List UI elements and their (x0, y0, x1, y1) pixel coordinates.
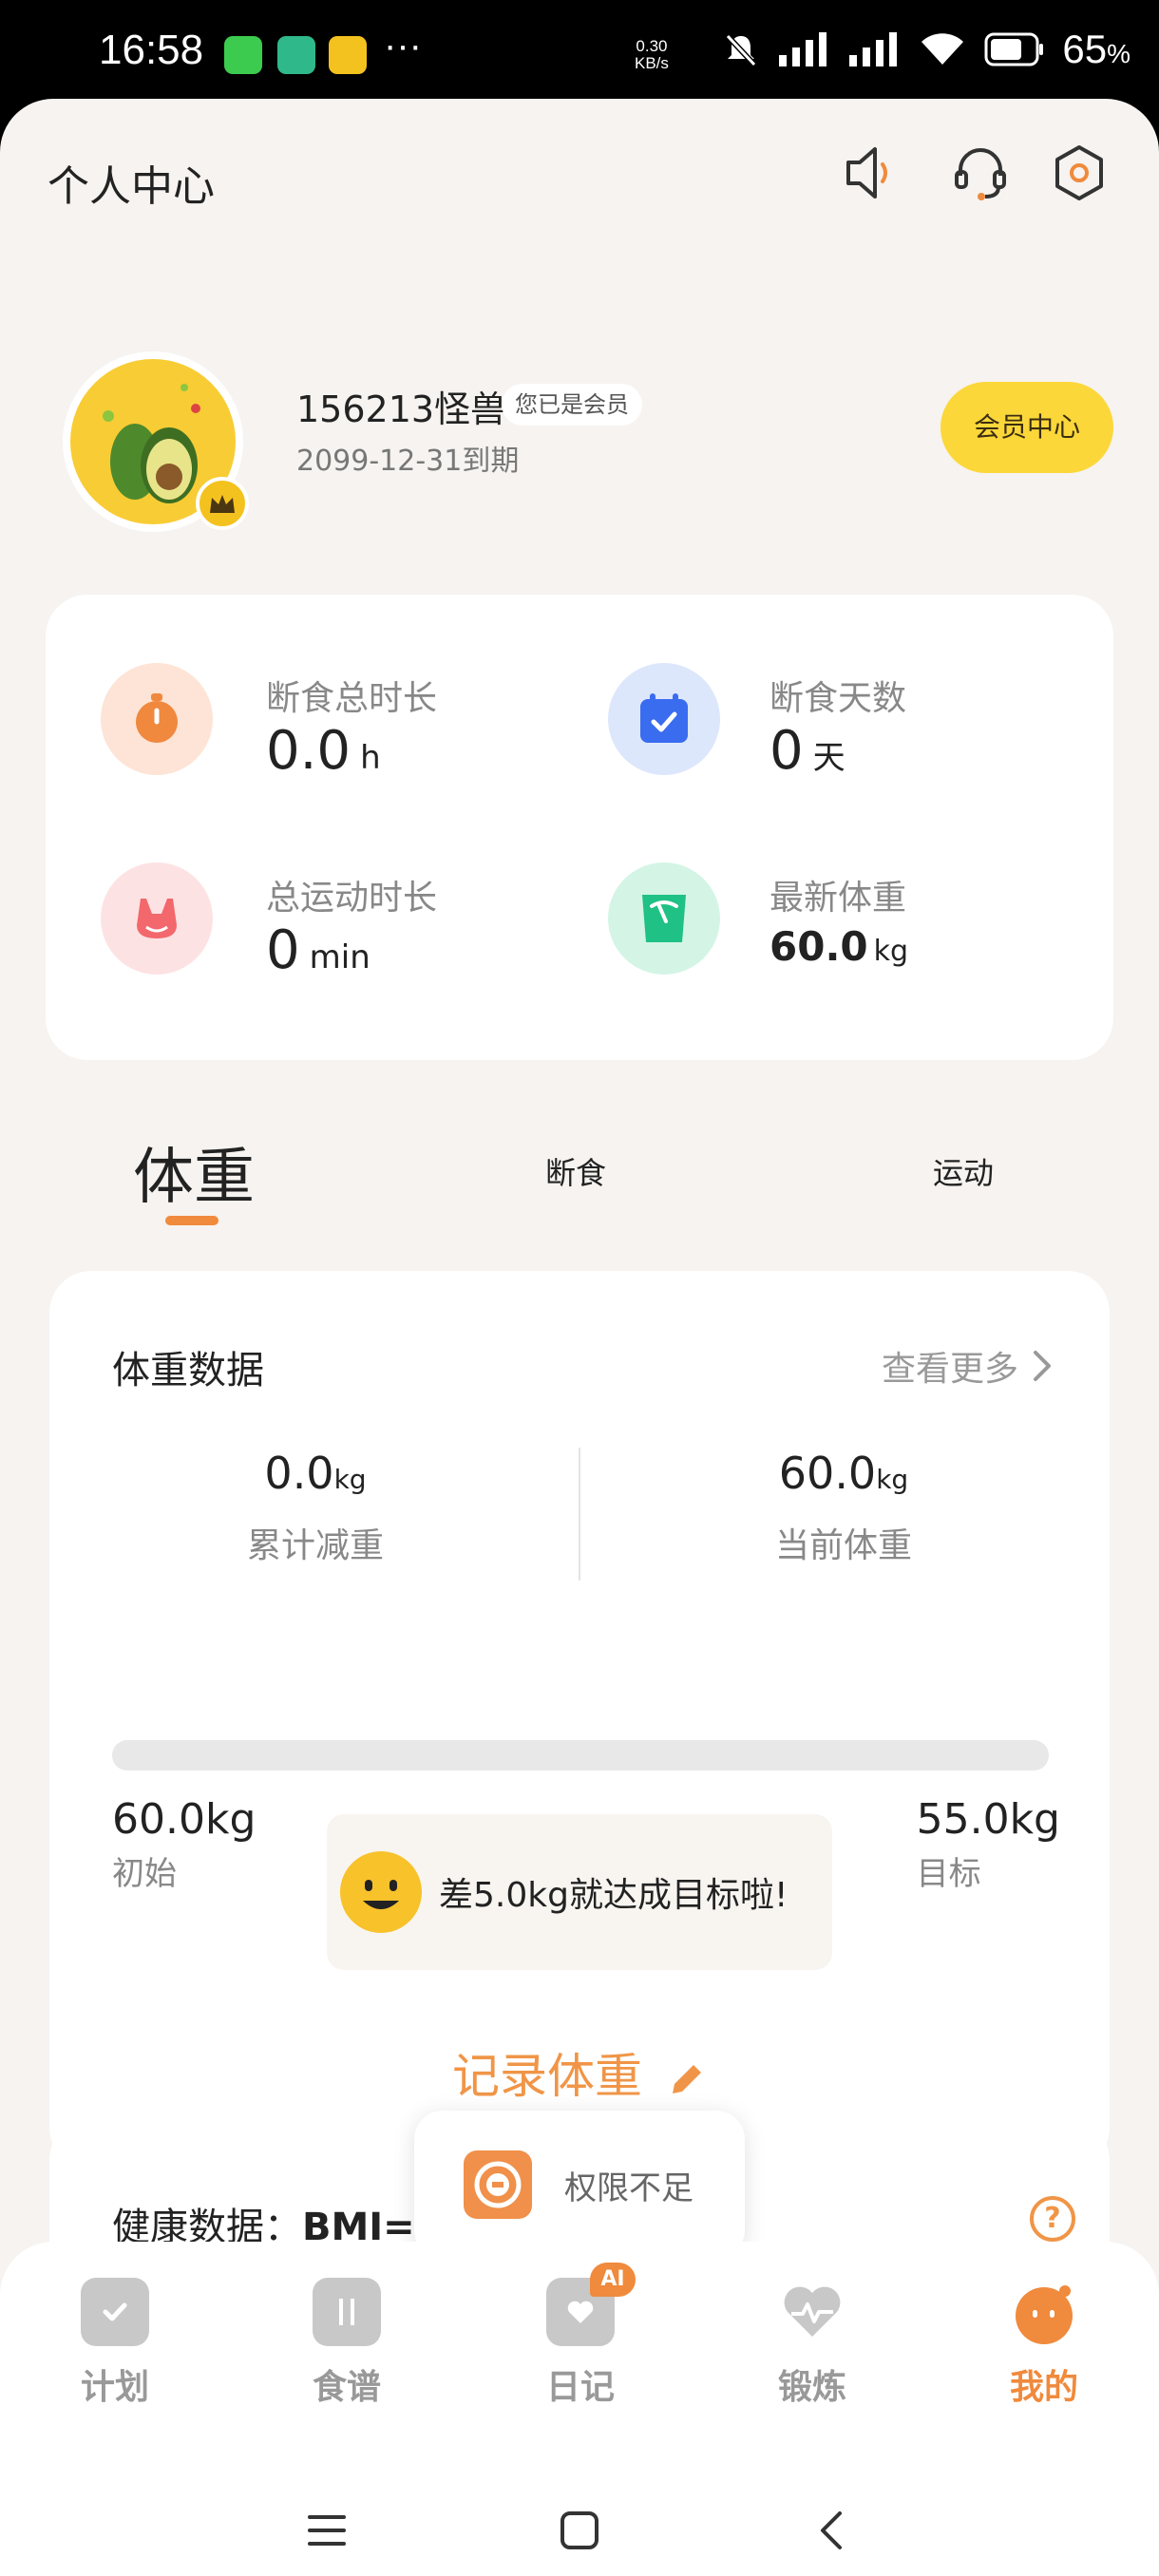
crown-icon (196, 477, 249, 530)
exercise-total-value: 0 min (266, 919, 370, 981)
goal-weight: 55.0kg 目标 (916, 1795, 1060, 1893)
weight-lost-stat: 0.0kg 累计减重 (246, 1448, 384, 1565)
view-more-link[interactable]: 查看更多 (882, 1341, 1054, 1391)
fasting-total-value: 0.0 h (266, 720, 381, 782)
system-navigation-bar (0, 2470, 1159, 2576)
bottom-navigation: 计划 食谱 AI 日记 锻炼 我的 (0, 2242, 1159, 2576)
goal-tip: 差5.0kg就达成目标啦! (327, 1814, 832, 1970)
weight-data-card: 体重数据 查看更多 0.0kg 累计减重 60.0kg 当前体重 60.0kg … (49, 1271, 1110, 2169)
latest-weight-value: 60.0 kg (770, 923, 909, 970)
signal-icon (779, 32, 827, 66)
profile-mascot-icon (1010, 2278, 1078, 2346)
back-icon[interactable] (804, 2502, 861, 2559)
nav-diary[interactable]: AI 日记 (519, 2263, 642, 2409)
member-center-button[interactable]: 会员中心 (940, 382, 1113, 473)
wifi-icon (922, 33, 964, 65)
help-icon[interactable]: ? (1030, 2196, 1075, 2242)
stats-card: 断食总时长 0.0 h 断食天数 0天 总运动时长 0 min 最新体重 60.0 k… (46, 595, 1113, 1060)
ai-badge: AI (590, 2263, 636, 2297)
fasting-days-label: 断食天数 (770, 679, 907, 718)
battery-icon (984, 32, 1044, 66)
plan-icon (81, 2278, 149, 2346)
network-speed: 0.30 KB/s (635, 37, 669, 72)
signal-icon-2 (849, 32, 898, 66)
fasting-days-value: 0天 (770, 720, 846, 782)
nav-workout[interactable]: 锻炼 (750, 2278, 874, 2409)
chevron-right-icon (1034, 1351, 1051, 1381)
home-icon[interactable] (551, 2502, 608, 2559)
calendar-icon (608, 663, 720, 775)
latest-weight-label: 最新体重 (770, 879, 907, 918)
green-app-icon (277, 36, 315, 74)
mute-icon (726, 33, 757, 67)
exercise-total-label: 总运动时长 (266, 879, 438, 918)
record-weight-button[interactable]: 记录体重 (49, 2038, 1110, 2107)
toast-message: 权限不足 (414, 2111, 745, 2259)
fasting-total-label: 断食总时长 (266, 679, 438, 718)
menu-icon[interactable] (298, 2502, 355, 2559)
announcement-icon[interactable] (832, 137, 904, 209)
start-weight: 60.0kg 初始 (112, 1795, 256, 1893)
settings-icon[interactable] (1043, 137, 1115, 209)
nav-mine[interactable]: 我的 (982, 2278, 1106, 2409)
heartbeat-icon (778, 2278, 846, 2346)
diary-icon: AI (546, 2263, 636, 2346)
weight-card-title: 体重数据 (112, 1349, 264, 1392)
app-logo-icon (464, 2150, 532, 2219)
nav-plan[interactable]: 计划 (53, 2278, 177, 2409)
tab-weight[interactable]: 体重 (133, 1128, 255, 1216)
yellow-app-icon (329, 36, 367, 74)
customer-service-icon[interactable] (944, 137, 1016, 209)
scale-icon (608, 862, 720, 975)
smiley-icon (340, 1851, 422, 1933)
status-time: 16:58 (99, 27, 204, 73)
membership-expiry: 2099-12-31到期 (296, 445, 520, 478)
status-bar: 16:58 ··· 0.30 KB/s 65% (0, 0, 1159, 104)
battery-percent: 65% (1062, 27, 1130, 71)
recipes-icon (313, 2278, 381, 2346)
tab-fasting[interactable]: 断食 (545, 1149, 606, 1193)
vip-badge: 您已是会员 (502, 384, 642, 426)
messages-icon (224, 36, 262, 74)
username: 156213怪兽 (296, 388, 507, 430)
page-title: 个人中心 (48, 162, 215, 211)
nav-recipes[interactable]: 食谱 (285, 2278, 408, 2409)
current-weight-stat: 60.0kg 当前体重 (774, 1448, 912, 1565)
weight-progress-bar (112, 1740, 1049, 1771)
stopwatch-icon (101, 663, 213, 775)
tab-exercise[interactable]: 运动 (933, 1149, 994, 1193)
pencil-icon (672, 2064, 701, 2093)
sports-bra-icon (101, 862, 213, 975)
app-screen: 个人中心 156213怪兽 您已是会员 2099-12-31到期 会员中心 断食… (0, 99, 1159, 2576)
active-tab-indicator (165, 1216, 218, 1225)
more-notifications-icon: ··· (384, 25, 422, 66)
